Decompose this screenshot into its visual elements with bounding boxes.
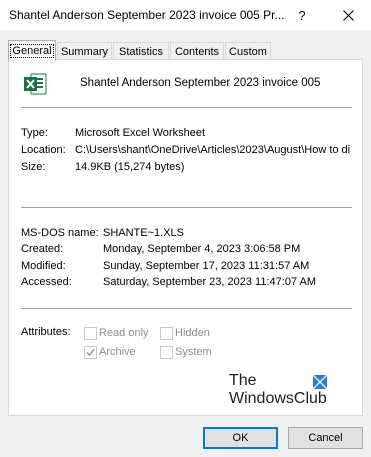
archive-label: Archive [99, 346, 136, 358]
close-icon [342, 9, 354, 21]
windows-logo-icon [313, 375, 327, 389]
read-only-checkbox[interactable] [84, 327, 97, 340]
accessed-label: Accessed: [21, 276, 72, 288]
location-value[interactable]: C:\Users\shant\OneDrive\Articles\2023\Au… [75, 144, 358, 156]
attributes-label: Attributes: [21, 326, 71, 338]
dialog-body: General Summary Statistics Contents Cust… [0, 30, 371, 457]
help-button[interactable]: ? [282, 0, 322, 30]
divider [21, 308, 352, 309]
close-button[interactable] [328, 0, 368, 30]
size-value: 14.9KB (15,274 bytes) [75, 161, 185, 173]
checkmark-icon [86, 349, 95, 357]
type-value: Microsoft Excel Worksheet [75, 127, 206, 139]
title-bar: Shantel Anderson September 2023 invoice … [0, 0, 371, 30]
accessed-value: Saturday, September 23, 2023 11:47:07 AM [103, 276, 317, 288]
msdos-name-value: SHANTE~1.XLS [103, 227, 185, 239]
msdos-name-label: MS-DOS name: [21, 227, 99, 239]
created-label: Created: [21, 243, 64, 255]
type-label: Type: [21, 127, 48, 139]
modified-value: Sunday, September 17, 2023 11:31:57 AM [103, 260, 310, 272]
divider [21, 107, 352, 108]
modified-label: Modified: [21, 260, 66, 272]
tab-contents[interactable]: Contents [170, 42, 224, 60]
system-label: System [175, 346, 212, 358]
divider [21, 207, 352, 208]
hidden-label: Hidden [175, 327, 210, 339]
excel-icon [24, 73, 47, 95]
cancel-button[interactable]: Cancel [288, 427, 363, 449]
system-checkbox[interactable] [160, 346, 173, 359]
help-icon: ? [298, 7, 306, 23]
size-label: Size: [21, 161, 46, 173]
created-value: Monday, September 4, 2023 3:06:58 PM [103, 243, 301, 255]
window-title: Shantel Anderson September 2023 invoice … [9, 8, 285, 22]
watermark-line1: The [229, 372, 257, 389]
tab-custom[interactable]: Custom [225, 42, 271, 60]
watermark-line2: WindowsClub [229, 390, 327, 407]
ok-button[interactable]: OK [203, 427, 278, 449]
tab-general[interactable]: General [8, 40, 56, 61]
hidden-checkbox[interactable] [160, 327, 173, 340]
tab-summary[interactable]: Summary [57, 42, 112, 60]
location-label: Location: [21, 144, 66, 156]
file-name: Shantel Anderson September 2023 invoice … [80, 77, 321, 89]
read-only-label: Read only [99, 327, 149, 339]
tab-statistics[interactable]: Statistics [113, 42, 169, 60]
general-panel: Shantel Anderson September 2023 invoice … [8, 59, 363, 416]
archive-checkbox[interactable] [84, 346, 97, 359]
